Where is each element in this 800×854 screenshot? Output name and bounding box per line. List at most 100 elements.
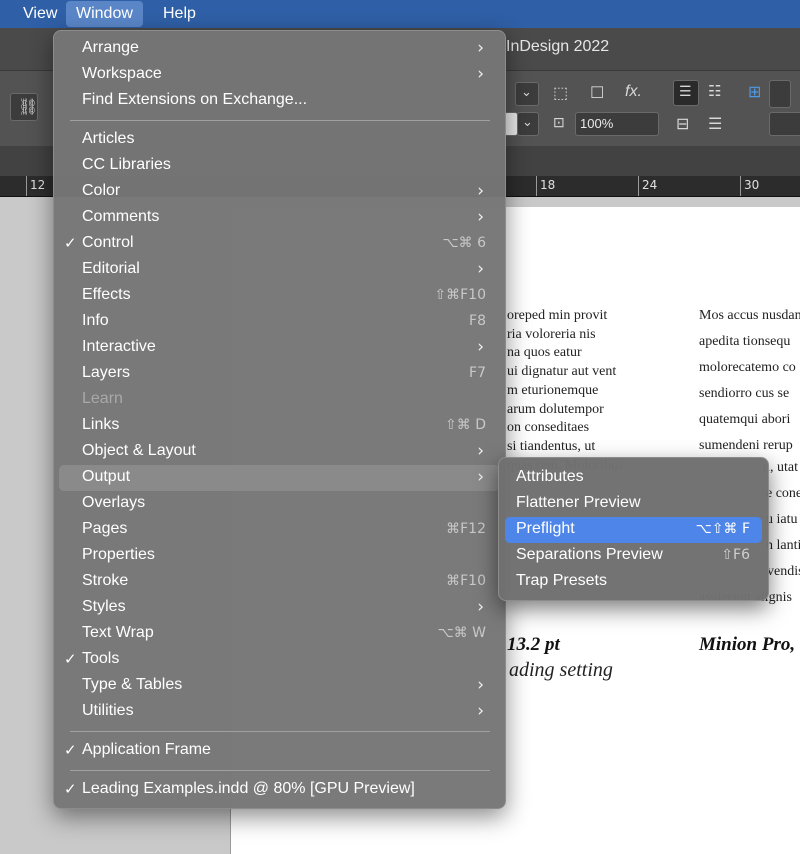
text-line: u iatu (766, 512, 798, 527)
menu-item-label: Leading Examples.indd @ 80% [GPU Preview… (82, 780, 415, 797)
menu-item-pages[interactable]: Pages ⌘F12 (59, 517, 500, 543)
menu-item-control[interactable]: ✓ Control ⌥⌘ 6 (59, 231, 500, 257)
menu-item-links[interactable]: Links ⇧⌘ D (59, 413, 500, 439)
menu-item-layers[interactable]: Layers F7 (59, 361, 500, 387)
menu-separator (70, 731, 490, 732)
menu-item-leading-examples-indd-80-gpu-preview[interactable]: ✓ Leading Examples.indd @ 80% [GPU Previe… (59, 777, 500, 803)
menu-item-label: Effects (82, 286, 131, 303)
dropdown-chevron-top[interactable]: ⌄ (515, 82, 539, 106)
menu-item-info[interactable]: Info F8 (59, 309, 500, 335)
stepper[interactable] (769, 80, 791, 108)
ruler-number: 18 (540, 178, 556, 192)
menu-item-articles[interactable]: Articles (59, 127, 500, 153)
stroke-icon[interactable]: ☐ (590, 83, 604, 103)
align-left-button[interactable]: ☰ (673, 80, 699, 106)
menu-view[interactable]: View (13, 0, 67, 28)
ruler-tick (740, 176, 741, 196)
menu-item-color[interactable]: Color › (59, 179, 500, 205)
shortcut-label: F7 (469, 365, 486, 381)
text-line: ui dignatur aut vent (507, 364, 617, 380)
checkmark-icon: ✓ (64, 742, 77, 759)
menu-item-interactive[interactable]: Interactive › (59, 335, 500, 361)
menu-item-workspace[interactable]: Workspace › (59, 62, 500, 88)
ruler-number: 12 (30, 178, 46, 192)
submenu-item-trap-presets[interactable]: Trap Presets (505, 569, 762, 595)
menu-item-label: Stroke (82, 572, 129, 589)
submenu-item-attributes[interactable]: Attributes (505, 465, 762, 491)
text-line: sumendeni rerup (699, 438, 793, 453)
align-justify-icon[interactable]: ☷ (708, 82, 721, 100)
chevron-right-icon: › (477, 675, 484, 695)
text-line: ria voloreria nis (507, 326, 596, 342)
text-line: vendis (767, 564, 800, 579)
menu-item-label: Text Wrap (82, 624, 154, 641)
chevron-right-icon: › (477, 441, 484, 461)
frame-fitting-icon[interactable]: ⬚ (553, 83, 568, 103)
menu-item-label: Utilities (82, 702, 134, 719)
menu-item-overlays[interactable]: Overlays (59, 491, 500, 517)
menu-item-styles[interactable]: Styles › (59, 595, 500, 621)
text-line: arum dolutempor (507, 401, 604, 417)
menu-item-label: CC Libraries (82, 156, 171, 173)
submenu-item-flattener-preview[interactable]: Flattener Preview (505, 491, 762, 517)
menu-item-label: Overlays (82, 494, 146, 511)
shortcut-label: ⌥⇧⌘ F (695, 521, 750, 537)
output-submenu: Attributes Flattener Preview Preflight ⌥⇧⌘ … (498, 457, 769, 601)
submenu-item-separations-preview[interactable]: Separations Preview ⇧F6 (505, 543, 762, 569)
menu-item-application-frame[interactable]: ✓ Application Frame (59, 738, 500, 764)
menu-item-learn: Learn (59, 387, 500, 413)
menu-item-properties[interactable]: Properties (59, 543, 500, 569)
shortcut-label: ⌥⌘ 6 (442, 235, 487, 251)
chevron-right-icon: › (477, 38, 484, 58)
menu-item-effects[interactable]: Effects ⇧⌘F10 (59, 283, 500, 309)
zoom-field[interactable]: 100% (575, 112, 659, 136)
menu-item-editorial[interactable]: Editorial › (59, 257, 500, 283)
menu-item-stroke[interactable]: Stroke ⌘F10 (59, 569, 500, 595)
shortcut-label: F8 (469, 313, 486, 329)
window-menu: Arrange › Workspace › Find Extensions on Exc… (53, 30, 506, 809)
fx-icon[interactable]: fx. (625, 83, 642, 101)
menu-window[interactable]: Window (66, 1, 143, 27)
submenu-item-label: Trap Presets (516, 572, 607, 589)
text-line: na quos eatur (507, 345, 582, 361)
ruler-number: 24 (642, 178, 658, 192)
menu-item-label: Properties (82, 546, 155, 563)
menu-item-text-wrap[interactable]: Text Wrap ⌥⌘ W (59, 621, 500, 647)
text-line: n lanti (766, 538, 800, 553)
text-line: Mos accus nusdam (699, 308, 800, 323)
baseline-icon[interactable]: ☰ (708, 114, 722, 134)
menu-item-label: Info (82, 312, 109, 329)
menu-separator (70, 120, 490, 121)
menu-item-output[interactable]: Output › (59, 465, 500, 491)
checkmark-icon: ✓ (64, 651, 77, 668)
menu-item-type-tables[interactable]: Type & Tables › (59, 673, 500, 699)
menu-item-object-layout[interactable]: Object & Layout › (59, 439, 500, 465)
menu-item-label: Type & Tables (82, 676, 183, 693)
text-line: apedita tionsequ (699, 334, 791, 349)
ruler-number: 30 (744, 178, 760, 192)
menu-item-tools[interactable]: ✓ Tools (59, 647, 500, 673)
dropdown-chevron-bottom[interactable]: ⌄ (517, 112, 539, 136)
link-constrain-button[interactable]: ⛓ (10, 93, 38, 121)
chevron-right-icon: › (477, 467, 484, 487)
menu-item-comments[interactable]: Comments › (59, 205, 500, 231)
menu-item-cc-libraries[interactable]: CC Libraries (59, 153, 500, 179)
menu-item-utilities[interactable]: Utilities › (59, 699, 500, 725)
value-field-right[interactable] (769, 112, 800, 136)
align-icon: ☰ (679, 83, 692, 99)
menu-item-find-extensions-on-exchange[interactable]: Find Extensions on Exchange... (59, 88, 500, 114)
menu-item-label: Color (82, 182, 121, 199)
text-frame-icon[interactable]: ⊟ (676, 114, 689, 134)
shortcut-label: ⇧⌘F10 (434, 287, 486, 303)
menu-help[interactable]: Help (153, 0, 206, 28)
ruler-tick (26, 176, 27, 196)
swatch-field[interactable] (504, 112, 518, 136)
chevron-right-icon: › (477, 181, 484, 201)
menu-item-label: Articles (82, 130, 135, 147)
menu-item-label: Application Frame (82, 741, 211, 758)
app-title: InDesign 2022 (506, 38, 610, 55)
menu-item-label: Workspace (82, 65, 162, 82)
grid-icon[interactable]: ⊞ (748, 82, 761, 102)
submenu-item-preflight[interactable]: Preflight ⌥⇧⌘ F (505, 517, 762, 543)
menu-item-arrange[interactable]: Arrange › (59, 36, 500, 62)
